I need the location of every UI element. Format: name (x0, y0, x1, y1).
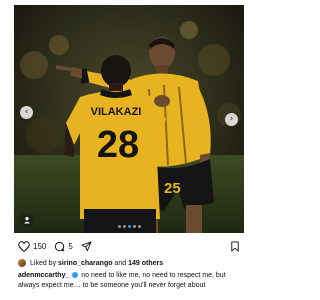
likes-others-link[interactable]: 149 others (128, 260, 163, 267)
like-count: 150 (33, 241, 47, 251)
instagram-post: 25 VILAKAZI 28 ‹ › 150 5 Liked by sirino… (0, 0, 265, 300)
post-photo[interactable]: 25 VILAKAZI 28 ‹ › (14, 5, 244, 233)
jersey-name: VILAKAZI (91, 106, 142, 118)
like-button[interactable] (18, 240, 30, 252)
post-photo-illustration: 25 VILAKAZI 28 (14, 5, 244, 233)
likes-and: and (114, 259, 127, 267)
jersey-partial-number: 25 (164, 180, 181, 197)
liker-username[interactable]: sirino_charango (58, 260, 112, 267)
heart-icon (18, 240, 30, 252)
comment-icon (55, 241, 65, 251)
carousel-dot (122, 225, 126, 228)
comment-count: 5 (68, 241, 73, 251)
comment-button[interactable] (54, 241, 65, 252)
carousel-dot-active (127, 225, 131, 228)
chevron-right-icon: › (229, 114, 234, 124)
carousel-dot (137, 225, 141, 228)
chevron-left-icon: ‹ (24, 107, 29, 117)
verified-icon (72, 271, 79, 278)
liker-avatar[interactable] (18, 259, 26, 267)
share-button[interactable] (81, 240, 92, 252)
bookmark-icon (231, 240, 239, 252)
post-action-bar: 150 5 (18, 239, 240, 253)
jersey-number: 28 (97, 124, 139, 166)
likes-summary: Liked by sirino_charango and 149 others (18, 258, 163, 268)
carousel-dot (117, 225, 121, 228)
likes-prefix: Liked by (30, 259, 57, 267)
bookmark-button[interactable] (230, 240, 240, 252)
person-tag-icon (24, 217, 30, 224)
caption-username[interactable]: adenmccarthy_ (18, 272, 69, 279)
carousel-indicator (14, 225, 244, 228)
carousel-prev-button[interactable]: ‹ (20, 106, 33, 119)
share-icon (81, 240, 92, 251)
post-caption: adenmccarthy_ no need to like me, no nee… (18, 271, 240, 291)
carousel-dot (132, 225, 136, 228)
carousel-next-button[interactable]: › (225, 113, 238, 126)
